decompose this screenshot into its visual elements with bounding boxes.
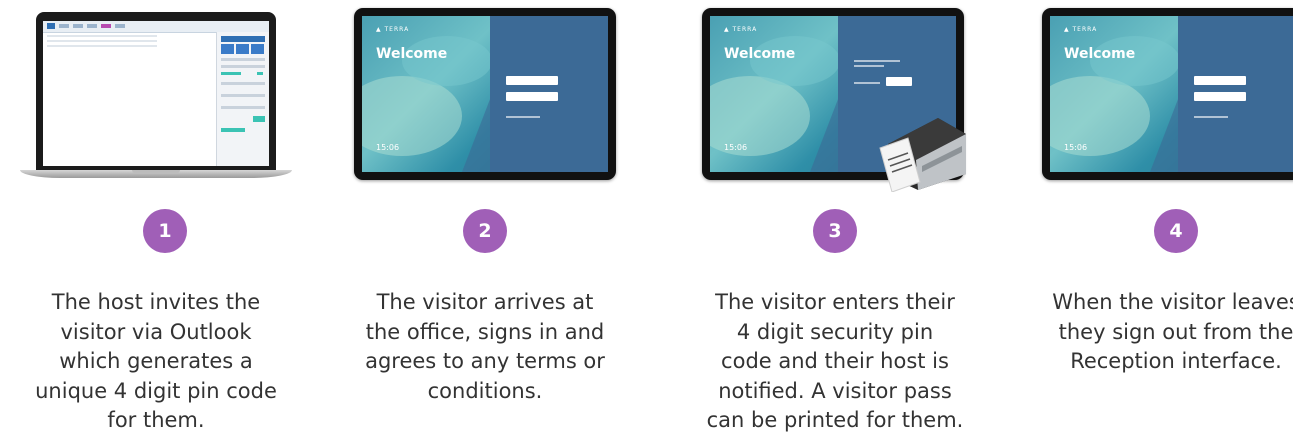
- step-2: ▲ TERRA Welcome 15:06 2 The visitor arri…: [320, 0, 650, 436]
- caption-line: can be printed for them.: [706, 408, 964, 432]
- caption-line: notified. A visitor pass: [718, 378, 952, 403]
- tablet-frame: ▲ TERRA Welcome 15:06: [354, 8, 616, 180]
- more-info-link[interactable]: [506, 116, 540, 118]
- kiosk-clock: 15:06: [376, 143, 400, 152]
- sign-in-button[interactable]: [506, 76, 558, 85]
- laptop-lid: [36, 12, 276, 170]
- sign-in-button[interactable]: [886, 77, 912, 86]
- step-number-badge: 2: [463, 209, 507, 253]
- kiosk-screen: ▲ TERRA Welcome 15:06: [362, 16, 608, 172]
- sign-out-button[interactable]: [506, 92, 558, 101]
- more-info-link[interactable]: [1194, 116, 1228, 118]
- kiosk-logo: ▲ TERRA: [376, 26, 410, 33]
- pin-prompt: [854, 65, 884, 67]
- step-4: ▲ TERRA Welcome 15:06 4 When the visitor…: [1008, 0, 1293, 436]
- step-caption: The host invites the visitor via Outlook…: [11, 288, 301, 436]
- sign-in-button[interactable]: [1194, 76, 1246, 85]
- caption-line: they sign out from the: [1058, 319, 1293, 344]
- step-number-badge: 3: [813, 209, 857, 253]
- kiosk-clock: 15:06: [724, 143, 748, 152]
- caption-line: agrees to any terms or: [365, 349, 605, 373]
- label-printer-icon: [879, 118, 966, 192]
- step-caption: The visitor enters their 4 digit securit…: [690, 288, 980, 436]
- caption-line: visitor via Outlook: [60, 319, 252, 344]
- caption-line: 4 digit security pin: [736, 319, 934, 344]
- caption-line: conditions.: [427, 378, 543, 403]
- step-1: 1 The host invites the visitor via Outlo…: [6, 0, 336, 436]
- kiosk-clock: 15:06: [1064, 143, 1088, 152]
- welcome-heading: Welcome: [376, 46, 448, 62]
- visitor-addin-pane: [216, 32, 269, 166]
- caption-line: which generates a: [59, 349, 253, 373]
- laptop-illustration: [6, 8, 336, 188]
- caption-line: Reception interface.: [1070, 349, 1282, 373]
- step-number-badge: 4: [1154, 209, 1198, 253]
- tablet-illustration: ▲ TERRA Welcome 15:06: [1008, 8, 1293, 188]
- caption-line: The host invites the: [51, 290, 261, 314]
- welcome-heading: Welcome: [724, 46, 796, 62]
- outlook-screen: [43, 21, 269, 166]
- tablet-frame: ▲ TERRA Welcome 15:06: [1042, 8, 1293, 180]
- caption-line: The visitor enters their: [715, 290, 955, 314]
- caption-line: unique 4 digit pin code: [35, 378, 277, 403]
- tablet-printer-illustration: ▲ TERRA Welcome 15:06: [668, 8, 998, 192]
- sign-out-button[interactable]: [1194, 92, 1246, 101]
- kiosk-screen: ▲ TERRA Welcome 15:06: [1050, 16, 1293, 172]
- caption-line: for them.: [107, 408, 205, 432]
- tablet-illustration: ▲ TERRA Welcome 15:06: [320, 8, 650, 188]
- step-caption: The visitor arrives at the office, signs…: [340, 288, 630, 406]
- laptop-notch: [132, 170, 180, 173]
- caption-line: The visitor arrives at: [376, 290, 594, 314]
- step-number-badge: 1: [143, 209, 187, 253]
- pin-prompt: [854, 60, 900, 62]
- caption-line: the office, signs in and: [365, 319, 605, 344]
- step-3: ▲ TERRA Welcome 15:06 3 The visitor ente…: [668, 0, 998, 436]
- step-caption: When the visitor leaves they sign out fr…: [1031, 288, 1293, 377]
- caption-line: code and their host is: [721, 349, 949, 373]
- kiosk-logo: ▲ TERRA: [1064, 26, 1098, 33]
- caption-line: When the visitor leaves: [1052, 290, 1293, 314]
- pin-input[interactable]: [854, 82, 880, 84]
- welcome-heading: Welcome: [1064, 46, 1136, 62]
- kiosk-logo: ▲ TERRA: [724, 26, 758, 33]
